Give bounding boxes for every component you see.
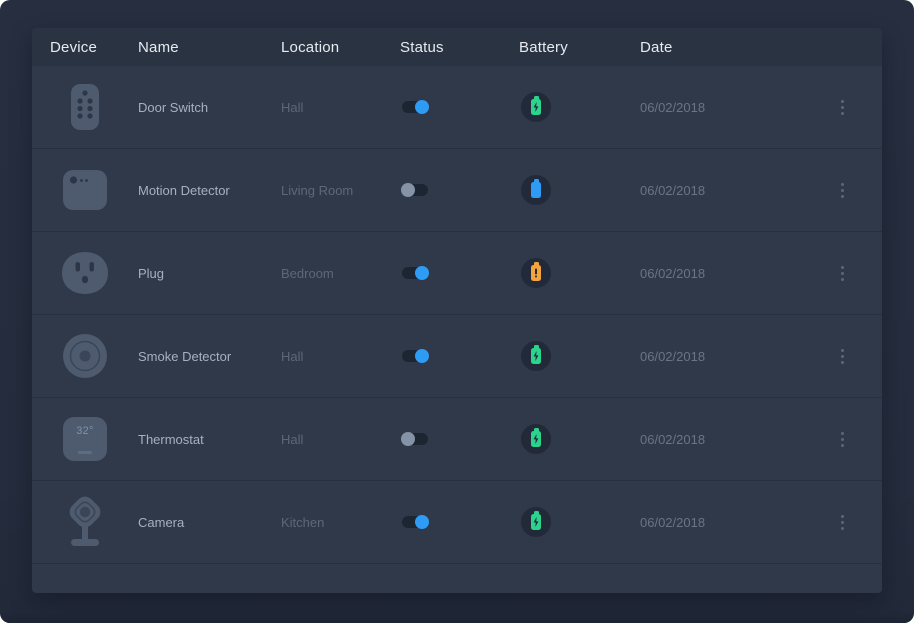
battery-icon (531, 99, 541, 115)
row-menu-button[interactable] (837, 96, 848, 119)
device-location: Hall (281, 100, 400, 115)
column-header-device: Device (32, 39, 138, 56)
charging-bolt-icon (533, 434, 539, 444)
device-date: 06/02/2018 (640, 183, 800, 198)
column-header-date: Date (640, 39, 800, 56)
status-toggle[interactable] (402, 101, 428, 113)
battery-alert-icon (535, 269, 537, 278)
toggle-knob (401, 183, 415, 197)
table-row: Motion Detector Living Room 06/02/2018 (32, 149, 882, 232)
window-bottom-shadow (0, 611, 914, 623)
thermostat-reading: 32° (76, 425, 94, 437)
status-toggle[interactable] (402, 350, 428, 362)
device-location: Hall (281, 432, 400, 447)
device-name: Plug (138, 266, 281, 281)
toggle-knob (415, 515, 429, 529)
smoke-detector-icon (63, 334, 107, 378)
battery-badge (521, 341, 551, 371)
row-menu-button[interactable] (837, 511, 848, 534)
toggle-knob (401, 432, 415, 446)
toggle-knob (415, 100, 429, 114)
device-name: Thermostat (138, 432, 281, 447)
column-header-battery: Battery (519, 39, 640, 56)
column-header-status: Status (400, 39, 519, 56)
device-name: Motion Detector (138, 183, 281, 198)
device-date: 06/02/2018 (640, 349, 800, 364)
device-date: 06/02/2018 (640, 432, 800, 447)
device-name: Smoke Detector (138, 349, 281, 364)
device-name: Camera (138, 515, 281, 530)
battery-badge (521, 424, 551, 454)
device-location: Hall (281, 349, 400, 364)
row-menu-button[interactable] (837, 345, 848, 368)
device-location: Living Room (281, 183, 400, 198)
remote-icon (71, 84, 99, 130)
status-toggle[interactable] (402, 184, 428, 196)
table-row: Door Switch Hall 06/02/2018 (32, 66, 882, 149)
device-date: 06/02/2018 (640, 515, 800, 530)
device-location: Kitchen (281, 515, 400, 530)
status-toggle[interactable] (402, 267, 428, 279)
table-body: Door Switch Hall 06/02/2018 (32, 66, 882, 564)
battery-badge (521, 258, 551, 288)
thermostat-icon: 32° (63, 417, 107, 461)
toggle-knob (415, 349, 429, 363)
device-name: Door Switch (138, 100, 281, 115)
table-header: Device Name Location Status Battery Date (32, 28, 882, 66)
device-date: 06/02/2018 (640, 100, 800, 115)
battery-badge (521, 507, 551, 537)
motion-sensor-icon (63, 170, 107, 210)
status-toggle[interactable] (402, 516, 428, 528)
row-menu-button[interactable] (837, 179, 848, 202)
smart-home-app-window: Device Name Location Status Battery Date (0, 0, 914, 623)
table-row: 32° Thermostat Hall (32, 398, 882, 481)
battery-icon (531, 514, 541, 530)
charging-bolt-icon (533, 351, 539, 361)
battery-icon (531, 431, 541, 447)
column-header-location: Location (281, 39, 400, 56)
table-row: Camera Kitchen 06/02/2018 (32, 481, 882, 564)
status-toggle[interactable] (402, 433, 428, 445)
row-menu-button[interactable] (837, 428, 848, 451)
devices-table: Device Name Location Status Battery Date (32, 28, 882, 593)
battery-badge (521, 175, 551, 205)
charging-bolt-icon (533, 517, 539, 527)
battery-icon (531, 265, 541, 281)
device-location: Bedroom (281, 266, 400, 281)
column-header-name: Name (138, 39, 281, 56)
row-menu-button[interactable] (837, 262, 848, 285)
battery-icon (531, 348, 541, 364)
camera-icon (62, 495, 108, 549)
table-row: Plug Bedroom 06/02/2018 (32, 232, 882, 315)
plug-icon (62, 252, 108, 294)
device-date: 06/02/2018 (640, 266, 800, 281)
table-row: Smoke Detector Hall 06/02/2018 (32, 315, 882, 398)
charging-bolt-icon (533, 102, 539, 112)
battery-icon (531, 182, 541, 198)
toggle-knob (415, 266, 429, 280)
battery-badge (521, 92, 551, 122)
